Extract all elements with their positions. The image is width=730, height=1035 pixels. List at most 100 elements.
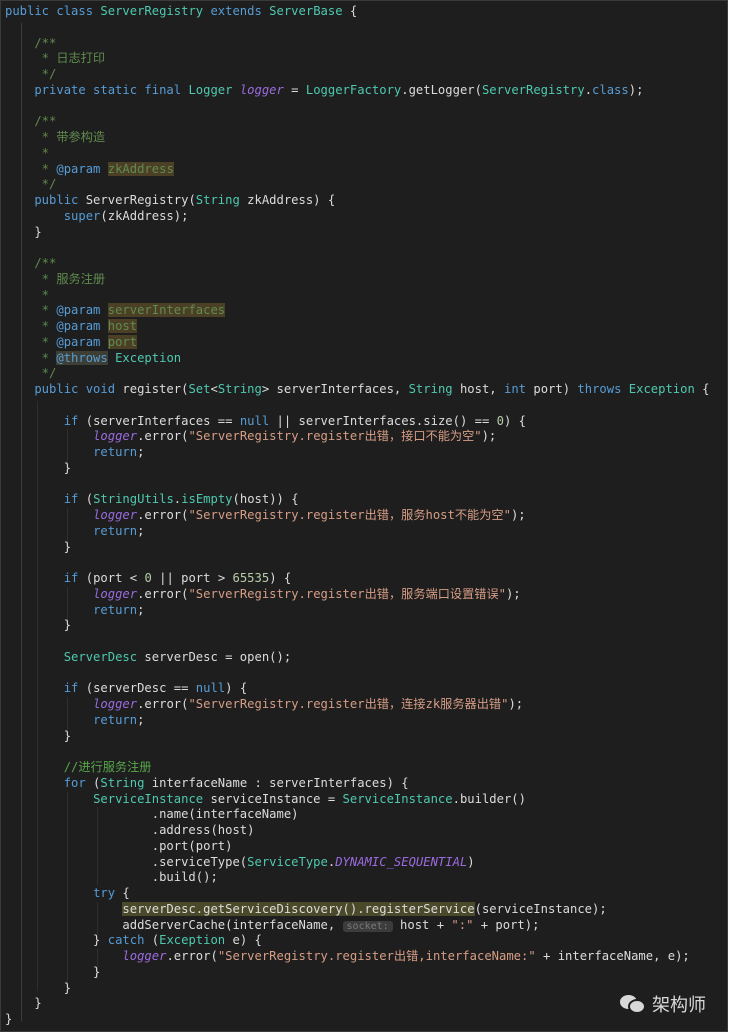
code-token: { <box>342 4 358 18</box>
code-line[interactable]: ServiceInstance serviceInstance = Servic… <box>1 792 727 808</box>
code-line[interactable] <box>1 20 727 36</box>
code-line[interactable]: * <box>1 288 727 304</box>
code-token: } <box>5 224 42 239</box>
code-token: String <box>100 775 145 790</box>
code-line[interactable]: return; <box>1 445 727 461</box>
code-line[interactable]: .port(port) <box>1 839 727 855</box>
code-line[interactable] <box>1 634 727 650</box>
code-line[interactable]: * @param host <box>1 319 727 335</box>
code-line[interactable]: .address(host) <box>1 823 727 839</box>
code-token: if <box>63 413 79 428</box>
code-line[interactable]: } <box>1 996 727 1012</box>
code-token: * <box>5 350 57 365</box>
code-line[interactable]: * @param serverInterfaces <box>1 303 727 319</box>
code-line[interactable]: * 服务注册 <box>1 272 727 288</box>
code-line[interactable]: private static final Logger logger = Log… <box>1 83 727 99</box>
code-line[interactable]: return; <box>1 603 727 619</box>
code-line[interactable]: super(zkAddress); <box>1 209 727 225</box>
code-token: return <box>93 712 138 727</box>
code-token: . <box>584 82 593 97</box>
code-line[interactable]: if (serverDesc == null) { <box>1 681 727 697</box>
code-line[interactable]: } <box>1 1012 727 1028</box>
code-line[interactable]: */ <box>1 67 727 83</box>
code-token: for <box>63 775 86 790</box>
code-token: ServerDesc <box>63 649 138 664</box>
code-line[interactable]: public void register(Set<String> serverI… <box>1 382 727 398</box>
code-token: Exception <box>159 933 226 948</box>
code-token: ); <box>628 82 644 97</box>
code-line[interactable]: } <box>1 225 727 241</box>
code-line[interactable]: for (String interfaceName : serverInterf… <box>1 776 727 792</box>
code-line[interactable]: public ServerRegistry(String zkAddress) … <box>1 193 727 209</box>
code-token: ; <box>137 602 145 617</box>
code-line[interactable]: /** <box>1 36 727 52</box>
code-line[interactable]: * @param port <box>1 334 727 351</box>
code-line[interactable]: ServerDesc serverDesc = open(); <box>1 650 727 666</box>
code-line[interactable]: } <box>1 540 727 556</box>
code-line[interactable] <box>1 666 727 682</box>
code-line[interactable]: } <box>1 461 727 477</box>
code-token: int <box>504 382 527 396</box>
code-line[interactable]: //进行服务注册 <box>1 760 727 776</box>
code-token: ServiceInstance <box>93 791 204 806</box>
code-token: ( <box>144 933 160 948</box>
code-line[interactable]: if (StringUtils.isEmpty(host)) { <box>1 492 727 508</box>
code-line[interactable]: public class ServerRegistry extends Serv… <box>1 4 727 20</box>
code-line[interactable]: } <box>1 729 727 745</box>
code-token: host <box>107 319 138 333</box>
code-token: return <box>93 602 138 617</box>
code-token: ( <box>78 492 94 507</box>
code-token: "ServerRegistry.register出错,interfaceName… <box>217 949 536 963</box>
code-line[interactable]: */ <box>1 366 727 382</box>
code-token: logger <box>93 508 138 522</box>
code-line[interactable]: * 日志打印 <box>1 51 727 67</box>
code-line[interactable]: } <box>1 965 727 981</box>
code-line[interactable]: logger.error("ServerRegistry.register出错，… <box>1 587 727 603</box>
code-token: serverDesc = open(); <box>137 649 292 664</box>
code-token: serverInterfaces <box>107 303 226 318</box>
code-token: } <box>5 933 108 948</box>
code-token: .error( <box>137 508 189 522</box>
code-lines[interactable]: public class ServerRegistry extends Serv… <box>1 4 727 1028</box>
code-line[interactable]: /** <box>1 114 727 130</box>
code-line[interactable]: } <box>1 981 727 997</box>
code-token: if <box>63 681 79 696</box>
code-line[interactable] <box>1 240 727 256</box>
code-editor[interactable]: public class ServerRegistry extends Serv… <box>0 0 728 1032</box>
code-line[interactable]: * 带参构造 <box>1 130 727 146</box>
code-line[interactable] <box>1 99 727 115</box>
code-token: ( <box>85 775 101 790</box>
code-line[interactable] <box>1 398 727 414</box>
code-line[interactable]: return; <box>1 524 727 540</box>
code-line[interactable]: if (serverInterfaces == null || serverIn… <box>1 414 727 430</box>
code-line[interactable]: /** <box>1 256 727 272</box>
code-line[interactable]: try { <box>1 886 727 902</box>
code-token: .getLogger( <box>401 82 482 97</box>
code-line[interactable]: return; <box>1 713 727 729</box>
code-line[interactable]: logger.error("ServerRegistry.register出错,… <box>1 949 727 965</box>
code-line[interactable]: .name(interfaceName) <box>1 807 727 823</box>
code-line[interactable]: } catch (Exception e) { <box>1 933 727 949</box>
code-line[interactable]: * @param zkAddress <box>1 161 727 178</box>
code-line[interactable] <box>1 555 727 571</box>
code-line[interactable]: .serviceType(ServiceType.DYNAMIC_SEQUENT… <box>1 855 727 871</box>
code-line[interactable]: .build(); <box>1 870 727 886</box>
code-line[interactable]: logger.error("ServerRegistry.register出错，… <box>1 697 727 713</box>
code-line[interactable] <box>1 477 727 493</box>
code-line[interactable]: logger.error("ServerRegistry.register出错，… <box>1 429 727 445</box>
code-line[interactable]: logger.error("ServerRegistry.register出错，… <box>1 508 727 524</box>
code-line[interactable]: serverDesc.getServiceDiscovery().registe… <box>1 901 727 918</box>
code-token: StringUtils <box>93 492 174 507</box>
code-token: ":" <box>451 917 474 932</box>
code-line[interactable] <box>1 744 727 760</box>
code-line[interactable]: if (port < 0 || port > 65535) { <box>1 571 727 587</box>
code-line[interactable]: */ <box>1 177 727 193</box>
code-line[interactable]: } <box>1 618 727 634</box>
code-line[interactable]: * @throws Exception <box>1 350 727 367</box>
code-line[interactable]: * <box>1 146 727 162</box>
code-line[interactable]: addServerCache(interfaceName, socket: ho… <box>1 918 727 934</box>
